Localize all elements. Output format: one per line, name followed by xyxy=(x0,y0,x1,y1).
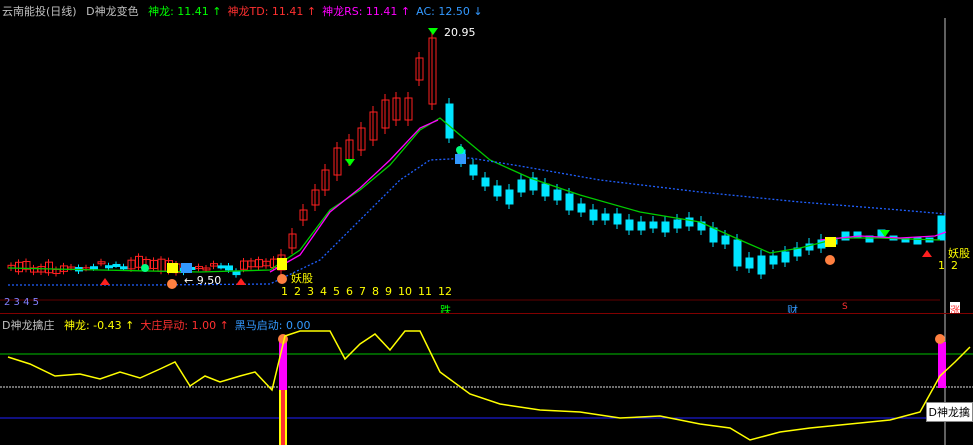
count-number: 1 xyxy=(281,285,288,298)
candle-down xyxy=(625,219,634,231)
count-sequence-faded: 2 3 4 5 xyxy=(4,297,39,308)
candle-down xyxy=(232,270,241,276)
candle-down xyxy=(469,164,478,176)
green-frog-icon xyxy=(141,264,149,272)
candle-down xyxy=(661,221,670,233)
count-number: 9 xyxy=(385,285,392,298)
count-number: 1 xyxy=(938,259,945,272)
indicator-values: 神龙: 11.41 ↑ 神龙TD: 11.41 ↑ 神龙RS: 11.41 ↑ AC:… xyxy=(148,5,489,18)
yellow-block-icon xyxy=(167,263,178,273)
oscillator-chart[interactable] xyxy=(0,314,973,445)
candle-down xyxy=(709,227,718,243)
stock-title: 云南能投(日线) xyxy=(2,5,77,18)
avatar-icon xyxy=(935,334,945,344)
count-number: 6 xyxy=(346,285,353,298)
avatar-icon xyxy=(167,279,177,289)
candle-down xyxy=(517,179,526,193)
buy-marker-icon xyxy=(922,250,932,257)
main-value-2: 神龙RS: 11.41 ↑ xyxy=(322,5,411,18)
candle-down xyxy=(445,103,454,139)
candle-down xyxy=(481,177,490,187)
candle-down xyxy=(613,213,622,225)
candle-down xyxy=(673,219,682,229)
avatar-icon xyxy=(277,274,287,284)
sub-value-1: 大庄异动: 1.00 ↑ xyxy=(140,319,229,332)
candle-down xyxy=(937,215,946,241)
peak-price-label: 20.95 xyxy=(444,26,476,39)
avatar-icon xyxy=(825,255,835,265)
candle-down xyxy=(649,221,658,229)
candle-down xyxy=(565,193,574,211)
count-number: 4 xyxy=(320,285,327,298)
candle-down xyxy=(577,203,586,213)
candle-down xyxy=(721,235,730,245)
count-number: 8 xyxy=(372,285,379,298)
yellow-block-icon xyxy=(825,237,836,247)
yao-stock-label-left: 妖股 xyxy=(291,272,313,285)
tag-s: S xyxy=(842,302,848,312)
candle-down xyxy=(769,255,778,265)
main-value-0: 神龙: 11.41 ↑ xyxy=(148,5,222,18)
indicator-name[interactable]: D神龙变色 xyxy=(86,5,138,18)
blue-block-icon xyxy=(181,263,192,273)
sell-marker-icon xyxy=(345,159,355,166)
green-frog-icon xyxy=(456,146,464,154)
buy-marker-icon xyxy=(236,278,246,285)
sub-indicator-header: D神龙擒庄 神龙: -0.43 ↑ 大庄异动: 1.00 ↑ 黑马启动: 0.00 xyxy=(2,317,323,333)
candle-down xyxy=(541,183,550,197)
candle-down xyxy=(817,239,826,249)
signal-bar-core xyxy=(281,390,285,445)
candle-down xyxy=(505,189,514,205)
candle-down xyxy=(493,185,502,197)
candle-down xyxy=(601,213,610,221)
count-number: 10 xyxy=(398,285,412,298)
main-value-3: AC: 12.50 ↓ xyxy=(416,5,483,18)
candle-down xyxy=(637,221,646,231)
candle-down xyxy=(781,251,790,263)
candle-down xyxy=(733,239,742,267)
count-number: 11 xyxy=(418,285,432,298)
ma-magenta-line xyxy=(269,119,439,273)
candlestick-chart[interactable] xyxy=(0,0,973,313)
candle-down xyxy=(553,189,562,201)
sub-indicator-values: 神龙: -0.43 ↑ 大庄异动: 1.00 ↑ 黑马启动: 0.00 xyxy=(64,319,317,332)
candle-down xyxy=(90,266,98,270)
sub-value-2: 黑马启动: 0.00 xyxy=(234,319,311,332)
candle-down xyxy=(120,266,128,270)
main-value-1: 神龙TD: 11.41 ↑ xyxy=(227,5,317,18)
count-number: 7 xyxy=(359,285,366,298)
candle-down xyxy=(105,265,113,269)
signal-bar xyxy=(938,342,946,388)
count-sequence-right: 12 xyxy=(938,259,964,272)
count-number: 3 xyxy=(307,285,314,298)
sub-indicator-name[interactable]: D神龙擒庄 xyxy=(2,319,54,332)
sub-value-0: 神龙: -0.43 ↑ xyxy=(63,319,135,332)
count-number: 12 xyxy=(438,285,452,298)
candle-down xyxy=(217,265,226,269)
count-number: 2 xyxy=(294,285,301,298)
count-number: 5 xyxy=(333,285,340,298)
low-price-label: ← 9.50 xyxy=(184,274,222,287)
candle-down xyxy=(589,209,598,221)
candle-down xyxy=(841,231,850,241)
ma-blue-dotted-line xyxy=(8,157,947,286)
candle-down xyxy=(225,265,233,271)
peak-marker-icon xyxy=(428,28,438,35)
count-number: 2 xyxy=(951,259,958,272)
candle-down xyxy=(757,255,766,275)
candle-down xyxy=(745,257,754,269)
blue-block-icon xyxy=(455,154,466,164)
main-chart-panel[interactable]: 云南能投(日线) D神龙变色 神龙: 11.41 ↑ 神龙TD: 11.41 ↑ 神… xyxy=(0,0,973,317)
count-sequence-left: 1 2 3 4 5 6 7 8 9 10 11 12 xyxy=(281,285,458,298)
indicator-tooltip: D神龙擒 xyxy=(925,402,973,422)
yellow-block-icon xyxy=(277,258,287,270)
candle-down xyxy=(112,263,121,267)
main-indicator-header: 云南能投(日线) D神龙变色 神龙: 11.41 ↑ 神龙TD: 11.41 ↑ 神… xyxy=(2,3,495,19)
oscillator-line xyxy=(7,330,971,441)
sub-indicator-panel[interactable]: D神龙擒庄 神龙: -0.43 ↑ 大庄异动: 1.00 ↑ 黑马启动: 0.00 … xyxy=(0,313,973,445)
buy-marker-icon xyxy=(100,278,110,285)
